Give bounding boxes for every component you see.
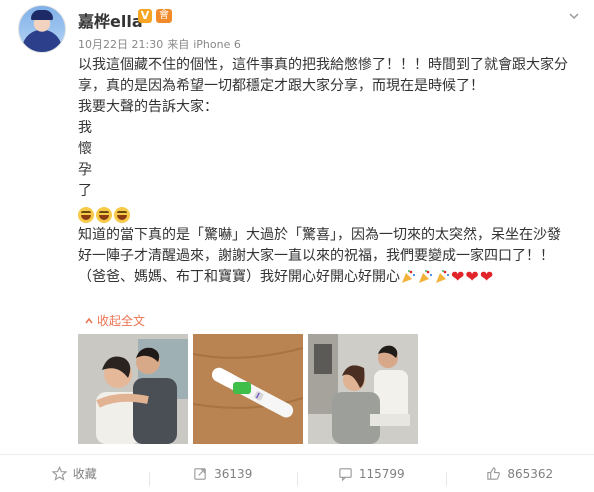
- star-icon: [52, 466, 67, 481]
- laugh-cry-emoji-icon: [78, 207, 94, 223]
- photo-thumbnail[interactable]: [193, 334, 303, 444]
- repost-icon: [193, 466, 208, 481]
- content-line: 知道的當下真的是「驚嚇」大過於「驚喜」，因為一切來的太突然，呆坐在沙發: [78, 225, 584, 246]
- photo-thumbnail[interactable]: [78, 334, 188, 444]
- avatar-hat: [31, 10, 53, 20]
- comment-count: 115799: [359, 467, 405, 481]
- collapse-text-link[interactable]: 收起全文: [84, 312, 145, 329]
- repost-count: 36139: [214, 467, 252, 481]
- content-line: 享，真的是因為希望一切都穩定才跟大家分享，而現在是時候了！: [78, 76, 584, 97]
- favorite-label: 收藏: [73, 465, 97, 482]
- content-vertical-line: 孕: [78, 160, 584, 181]
- action-bar: 收藏 36139 115799 865362: [0, 454, 594, 492]
- kitchen-photo: [308, 334, 418, 444]
- heart-icon: ❤: [465, 269, 478, 285]
- laugh-cry-emoji-icon: [96, 207, 112, 223]
- comment-icon: [338, 466, 353, 481]
- favorite-button[interactable]: 收藏: [0, 465, 149, 482]
- couple-photo: [78, 334, 188, 444]
- laugh-cry-emoji-icon: [114, 207, 130, 223]
- content-line: （爸爸、媽媽、布丁和寶寶）我好開心好開心好開心: [78, 269, 400, 285]
- content-line: 我要大聲的告訴大家：: [78, 97, 584, 118]
- photo-thumbnail[interactable]: [308, 334, 418, 444]
- repost-button[interactable]: 36139: [149, 466, 298, 481]
- content-line: 以我這個藏不住的個性，這件事真的把我給憋慘了！！！時間到了就會跟大家分: [78, 55, 584, 76]
- pregnancy-test-photo: [193, 334, 303, 444]
- content-line: 好一陣子才清醒過來，謝謝大家一直以來的祝福，我們要變成一家四口了！！: [78, 246, 584, 267]
- verified-badge: V: [138, 9, 152, 23]
- like-count: 865362: [507, 467, 553, 481]
- content-vertical-line: 了: [78, 181, 584, 202]
- party-popper-icon: [400, 269, 416, 285]
- avatar[interactable]: [18, 5, 66, 53]
- photo-grid: [78, 334, 418, 444]
- username[interactable]: 嘉桦ella: [78, 8, 143, 32]
- chevron-up-icon: [84, 316, 94, 326]
- content-vertical-line: 我: [78, 118, 584, 139]
- heart-icon: ❤: [451, 269, 464, 285]
- comment-button[interactable]: 115799: [297, 466, 446, 481]
- emoji-row: [78, 204, 584, 225]
- content-vertical-line: 懷: [78, 139, 584, 160]
- post-source[interactable]: iPhone 6: [193, 38, 241, 51]
- thumbs-up-icon: [486, 466, 501, 481]
- member-badge: 會: [156, 9, 172, 23]
- content-last-line: （爸爸、媽媽、布丁和寶寶）我好開心好開心好開心 ❤ ❤ ❤: [78, 267, 584, 288]
- source-prefix: 来自: [167, 38, 189, 51]
- party-popper-icon: [434, 269, 450, 285]
- emoji-group: ❤ ❤ ❤: [400, 269, 493, 285]
- party-popper-icon: [417, 269, 433, 285]
- post-time[interactable]: 10月22日 21:30: [78, 38, 163, 51]
- heart-icon: ❤: [480, 269, 493, 285]
- post-meta: 10月22日 21:30 来自 iPhone 6: [78, 36, 245, 52]
- post-content: 以我這個藏不住的個性，這件事真的把我給憋慘了！！！時間到了就會跟大家分 享，真的…: [78, 55, 584, 288]
- chevron-down-icon[interactable]: [568, 10, 580, 22]
- like-button[interactable]: 865362: [446, 466, 594, 481]
- collapse-label: 收起全文: [97, 312, 145, 329]
